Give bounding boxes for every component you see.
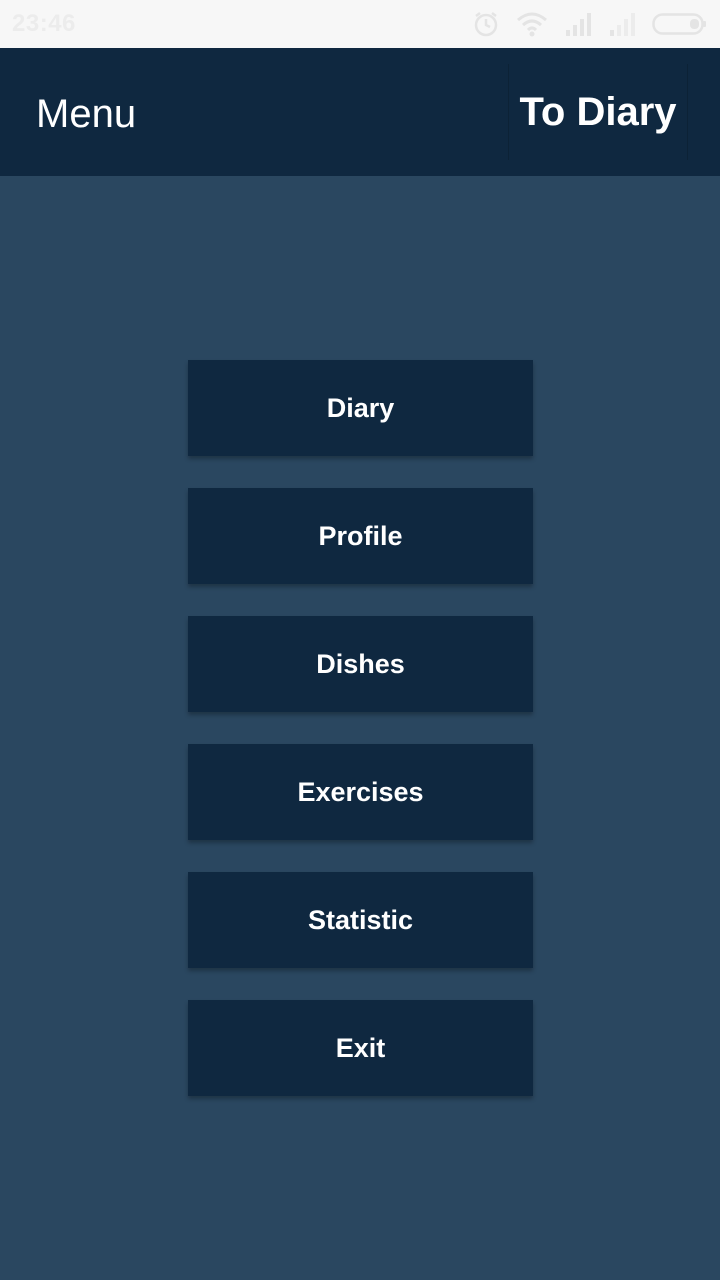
status-icons — [472, 10, 708, 38]
exercises-button[interactable]: Exercises — [188, 744, 533, 840]
page-title: Menu — [36, 92, 137, 136]
exit-button[interactable]: Exit — [188, 1000, 533, 1096]
signal-weak-icon — [608, 12, 636, 36]
signal-icon — [564, 12, 592, 36]
menu-list: Diary Profile Dishes Exercises Statistic… — [188, 360, 533, 1128]
statistic-button[interactable]: Statistic — [188, 872, 533, 968]
app-bar: Menu To Diary — [0, 48, 720, 176]
alarm-icon — [472, 10, 500, 38]
to-diary-button[interactable]: To Diary — [508, 64, 688, 160]
dishes-button[interactable]: Dishes — [188, 616, 533, 712]
status-time: 23:46 — [12, 10, 76, 37]
status-bar: 23:46 — [0, 0, 720, 48]
battery-icon — [652, 12, 708, 36]
wifi-icon — [516, 11, 548, 37]
profile-button[interactable]: Profile — [188, 488, 533, 584]
diary-button[interactable]: Diary — [188, 360, 533, 456]
